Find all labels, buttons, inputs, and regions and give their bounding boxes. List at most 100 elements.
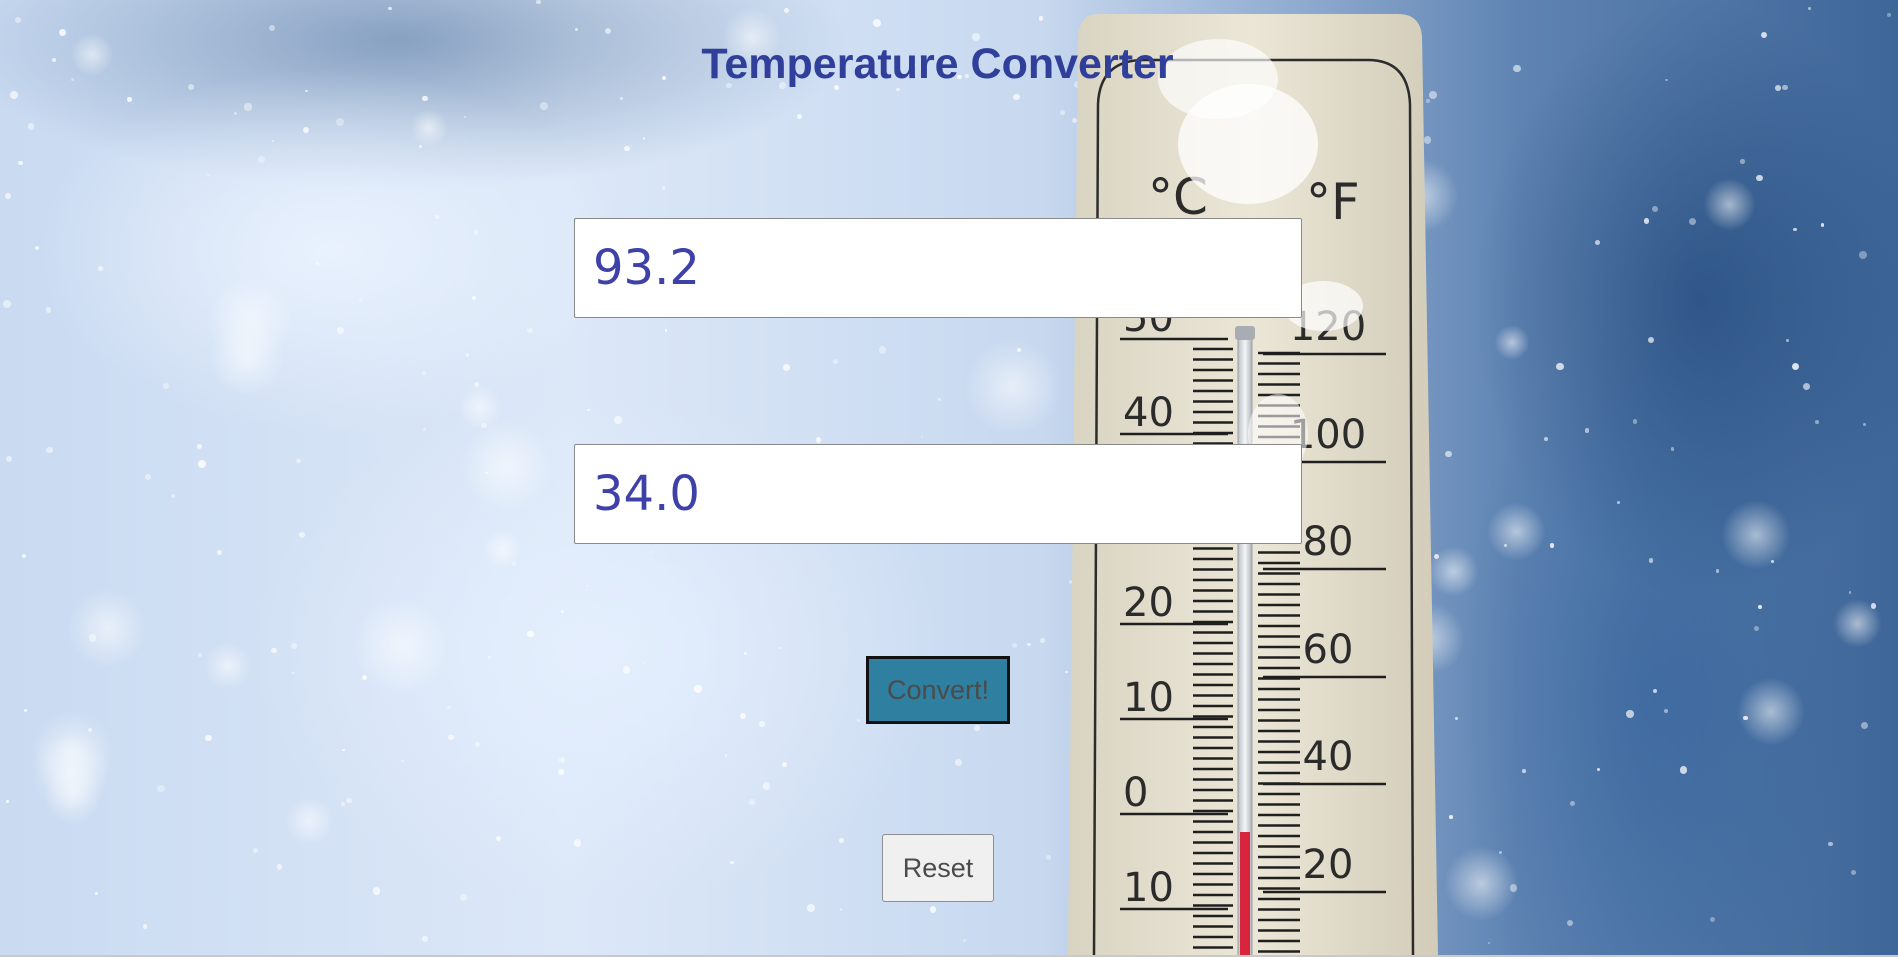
- snowflake: [1522, 769, 1526, 773]
- snow-bokeh: [352, 596, 451, 696]
- snowflake: [295, 458, 301, 464]
- snow-bokeh: [1494, 324, 1530, 361]
- snowflake: [1643, 218, 1650, 225]
- snowflake: [198, 652, 203, 657]
- snowflake: [614, 416, 622, 425]
- snow-bokeh: [963, 337, 1063, 437]
- snowflake: [1710, 917, 1716, 923]
- snowflake: [1793, 228, 1797, 232]
- snow-bokeh: [1703, 178, 1756, 231]
- snowflake: [5, 799, 9, 803]
- snowflake: [423, 427, 426, 431]
- snowflake: [1663, 709, 1668, 714]
- snowflake: [739, 713, 746, 719]
- snowflake: [1448, 815, 1453, 820]
- snowflake: [1626, 710, 1634, 718]
- snowflake: [163, 383, 169, 389]
- snowflake: [664, 329, 668, 332]
- celsius-tick-label: 40: [1123, 390, 1174, 436]
- snowflake: [561, 609, 565, 613]
- snowflake: [17, 160, 23, 166]
- snow-bokeh: [67, 587, 149, 670]
- snowflake: [1445, 451, 1452, 458]
- snowflake: [1758, 605, 1762, 609]
- snowflake: [156, 784, 165, 793]
- snowflake: [1652, 689, 1657, 694]
- snowflake: [58, 28, 66, 36]
- snowflake: [196, 444, 202, 449]
- snowflake: [271, 139, 275, 143]
- snowflake: [359, 297, 362, 301]
- snowflake: [1045, 855, 1051, 860]
- temperature-input-1[interactable]: [574, 218, 1302, 318]
- snowflake: [244, 103, 252, 111]
- snow-bokeh: [204, 642, 253, 691]
- snowflake: [807, 904, 816, 913]
- snowflake: [1850, 869, 1856, 875]
- snowflake: [929, 906, 937, 913]
- snowflake: [1556, 363, 1564, 371]
- snowflake: [459, 894, 467, 901]
- snowflake: [198, 460, 206, 469]
- snowflake: [233, 111, 238, 116]
- snowflake: [475, 742, 480, 748]
- convert-button[interactable]: Convert!: [866, 656, 1010, 724]
- snowflake: [1791, 363, 1799, 371]
- snowflake: [527, 327, 533, 333]
- snowflake: [1827, 841, 1833, 847]
- snowflake: [291, 671, 295, 674]
- snow-bokeh: [457, 384, 503, 430]
- snowflake: [1820, 223, 1825, 227]
- snow-bokeh: [1721, 500, 1792, 571]
- snowflake: [1038, 15, 1044, 21]
- snow-bokeh: [208, 319, 285, 396]
- snowflake: [46, 446, 54, 454]
- snowflake: [341, 748, 345, 752]
- snowflake: [1549, 543, 1555, 549]
- snowflake: [98, 265, 104, 271]
- fahrenheit-tick-label: 40: [1303, 734, 1354, 780]
- snowflake: [759, 720, 765, 727]
- snowflake: [585, 584, 588, 587]
- fahrenheit-tick-label: 80: [1303, 519, 1354, 565]
- snowflake: [388, 6, 393, 11]
- snowflake: [558, 769, 564, 775]
- snowflake: [620, 96, 623, 100]
- snowflake: [938, 398, 941, 402]
- snowflake: [3, 299, 12, 308]
- reset-button[interactable]: Reset: [882, 834, 994, 902]
- snowflake: [962, 938, 967, 942]
- snowflake: [276, 864, 283, 871]
- fahrenheit-tick-label: 60: [1303, 627, 1354, 673]
- snowflake: [1648, 337, 1655, 344]
- fahrenheit-unit: °F: [1306, 173, 1360, 231]
- snowflake: [5, 193, 12, 200]
- snowflake: [126, 97, 132, 102]
- snowflake: [217, 550, 222, 555]
- snow-bokeh: [1444, 845, 1520, 921]
- temperature-input-2[interactable]: [574, 444, 1302, 544]
- snowflake: [1584, 428, 1590, 433]
- snowflake: [1849, 591, 1852, 594]
- snowflake: [873, 18, 881, 27]
- snowflake: [337, 326, 345, 334]
- snowflake: [5, 455, 12, 462]
- snowflake: [346, 797, 352, 804]
- snowflake: [815, 437, 822, 444]
- snowflake: [422, 96, 428, 102]
- snow-bokeh: [1487, 502, 1546, 561]
- snowflake: [252, 848, 258, 854]
- snowflake: [1597, 767, 1600, 771]
- snowflake: [730, 860, 734, 865]
- snow-bokeh: [482, 529, 523, 569]
- fahrenheit-tick-label: 20: [1303, 842, 1354, 888]
- snowflake: [749, 798, 755, 805]
- snowflake: [1860, 722, 1868, 730]
- snowflake: [1632, 419, 1638, 424]
- snow-bokeh: [1832, 599, 1882, 649]
- snowflake: [604, 27, 612, 34]
- snowflake: [372, 887, 381, 895]
- snowflake: [1455, 717, 1459, 721]
- snowflake: [269, 25, 276, 31]
- snowflake: [839, 838, 845, 844]
